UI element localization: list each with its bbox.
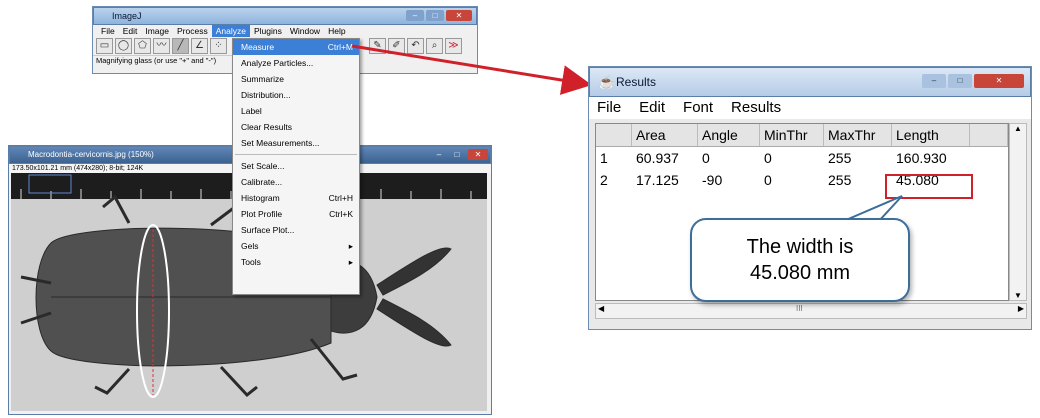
menu-item-calibrate[interactable]: Calibrate... [233,174,359,190]
menu-item-measure[interactable]: Measure Ctrl+M [233,39,359,55]
scroll-grip[interactable]: III [796,304,803,313]
table-cell: 255 [828,150,852,166]
menu-edit[interactable]: Edit [119,25,142,37]
results-minimize-button[interactable]: – [922,74,946,88]
java-icon: ☕ [598,74,616,90]
menu-item-gels[interactable]: Gels ▸ [233,238,359,254]
column-header[interactable] [596,124,632,146]
minimize-button[interactable]: – [406,10,424,21]
menu-item-clear-results[interactable]: Clear Results [233,119,359,135]
column-header[interactable]: Area [632,124,698,146]
menu-analyze[interactable]: Analyze [211,25,250,37]
polygon-tool-icon[interactable]: ⬠ [134,38,151,54]
analyze-menu: Measure Ctrl+M Analyze Particles... Summa… [232,38,360,295]
table-cell: -90 [702,172,723,188]
table-cell: 160.930 [896,150,947,166]
scroll-up-icon[interactable]: ▲ [1010,124,1026,133]
results-close-button[interactable]: ✕ [974,74,1024,88]
image-window-title: Macrodontia-cervicornis.jpg (150%) [28,150,154,159]
scroll-left-icon[interactable]: ◀ [598,304,604,313]
rectangle-tool-icon[interactable]: ▭ [96,38,113,54]
menu-item-tools[interactable]: Tools ▸ [233,254,359,270]
table-cell: 17.125 [636,172,679,188]
column-header[interactable]: MinThr [760,124,824,146]
menu-item-set-measurements[interactable]: Set Measurements... [233,135,359,151]
menu-file[interactable]: File [97,25,119,37]
menu-item-set-scale[interactable]: Set Scale... [233,158,359,174]
menu-item-label[interactable]: Label [233,103,359,119]
imagej-menubar: File Edit Image Process Analyze Plugins … [93,25,477,37]
value-highlight-box [885,174,973,199]
imagej-title: ImageJ [112,11,142,21]
column-header[interactable]: Angle [698,124,760,146]
scroll-right-icon[interactable]: ▶ [1018,304,1024,313]
submenu-arrow-icon: ▸ [348,257,353,267]
results-menubar: File Edit Font Results [589,97,1031,119]
table-cell: 60.937 [636,150,679,166]
column-header[interactable]: Length [892,124,970,146]
callout-line-2: 45.080 mm [749,262,851,284]
results-menu-results[interactable]: Results [731,97,799,119]
results-menu-file[interactable]: File [597,97,639,119]
callout-bubble: The width is 45.080 mm [690,218,910,302]
freehand-tool-icon[interactable]: 〰 [153,38,170,54]
results-title: Results [616,75,657,89]
oval-tool-icon[interactable]: ◯ [115,38,132,54]
line-tool-icon[interactable]: ╱ [172,38,189,54]
table-cell: 0 [764,150,772,166]
pan-tool-icon[interactable]: ↶ [407,38,424,54]
horizontal-scrollbar[interactable]: ◀ III ▶ [595,303,1027,319]
image-close-button[interactable]: ✕ [468,149,488,160]
wand-tool-icon[interactable]: ✎ [369,38,386,54]
submenu-arrow-icon: ▸ [348,241,353,251]
column-header[interactable] [970,124,1008,146]
image-maximize-button[interactable]: □ [450,149,464,160]
close-button[interactable]: ✕ [446,10,472,21]
imagej-title-bar: ImageJ – □ ✕ [93,7,477,25]
menu-item-analyze-particles[interactable]: Analyze Particles... [233,55,359,71]
table-header: Area Angle MinThr MaxThr Length [596,124,1008,147]
results-title-bar: ☕ Results – □ ✕ [589,67,1031,97]
menu-image[interactable]: Image [141,25,173,37]
callout-line-1: The width is [746,236,854,258]
dropper-tool-icon[interactable]: ✐ [388,38,405,54]
menu-item-summarize[interactable]: Summarize [233,71,359,87]
menu-window[interactable]: Window [286,25,324,37]
menu-process[interactable]: Process [173,25,212,37]
maximize-button[interactable]: □ [426,10,444,21]
column-header[interactable]: MaxThr [824,124,892,146]
results-menu-font[interactable]: Font [683,97,731,119]
menu-item-distribution[interactable]: Distribution... [233,87,359,103]
menu-help[interactable]: Help [324,25,349,37]
table-cell: 0 [702,150,710,166]
vertical-scrollbar[interactable]: ▲ ▼ [1009,123,1027,301]
menu-item-plot-profile[interactable]: Plot Profile Ctrl+K [233,206,359,222]
scroll-down-icon[interactable]: ▼ [1010,291,1026,300]
point-tool-icon[interactable]: ⁘ [210,38,227,54]
more-tools-icon[interactable]: ≫ [445,38,462,54]
zoom-tool-icon[interactable]: ⌕ [426,38,443,54]
menu-item-histogram[interactable]: Histogram Ctrl+H [233,190,359,206]
results-maximize-button[interactable]: □ [948,74,972,88]
menu-item-surface-plot[interactable]: Surface Plot... [233,222,359,238]
table-cell: 1 [600,150,608,166]
table-cell: 0 [764,172,772,188]
imagej-status: Magnifying glass (or use "+" and "-") [93,55,236,66]
table-cell: 2 [600,172,608,188]
image-minimize-button[interactable]: – [432,149,446,160]
angle-tool-icon[interactable]: ∠ [191,38,208,54]
table-row[interactable]: 1 60.937 0 0 255 160.930 [596,147,1008,169]
table-cell: 255 [828,172,852,188]
menu-plugins[interactable]: Plugins [250,25,286,37]
results-menu-edit[interactable]: Edit [639,97,683,119]
menu-separator [235,154,357,155]
